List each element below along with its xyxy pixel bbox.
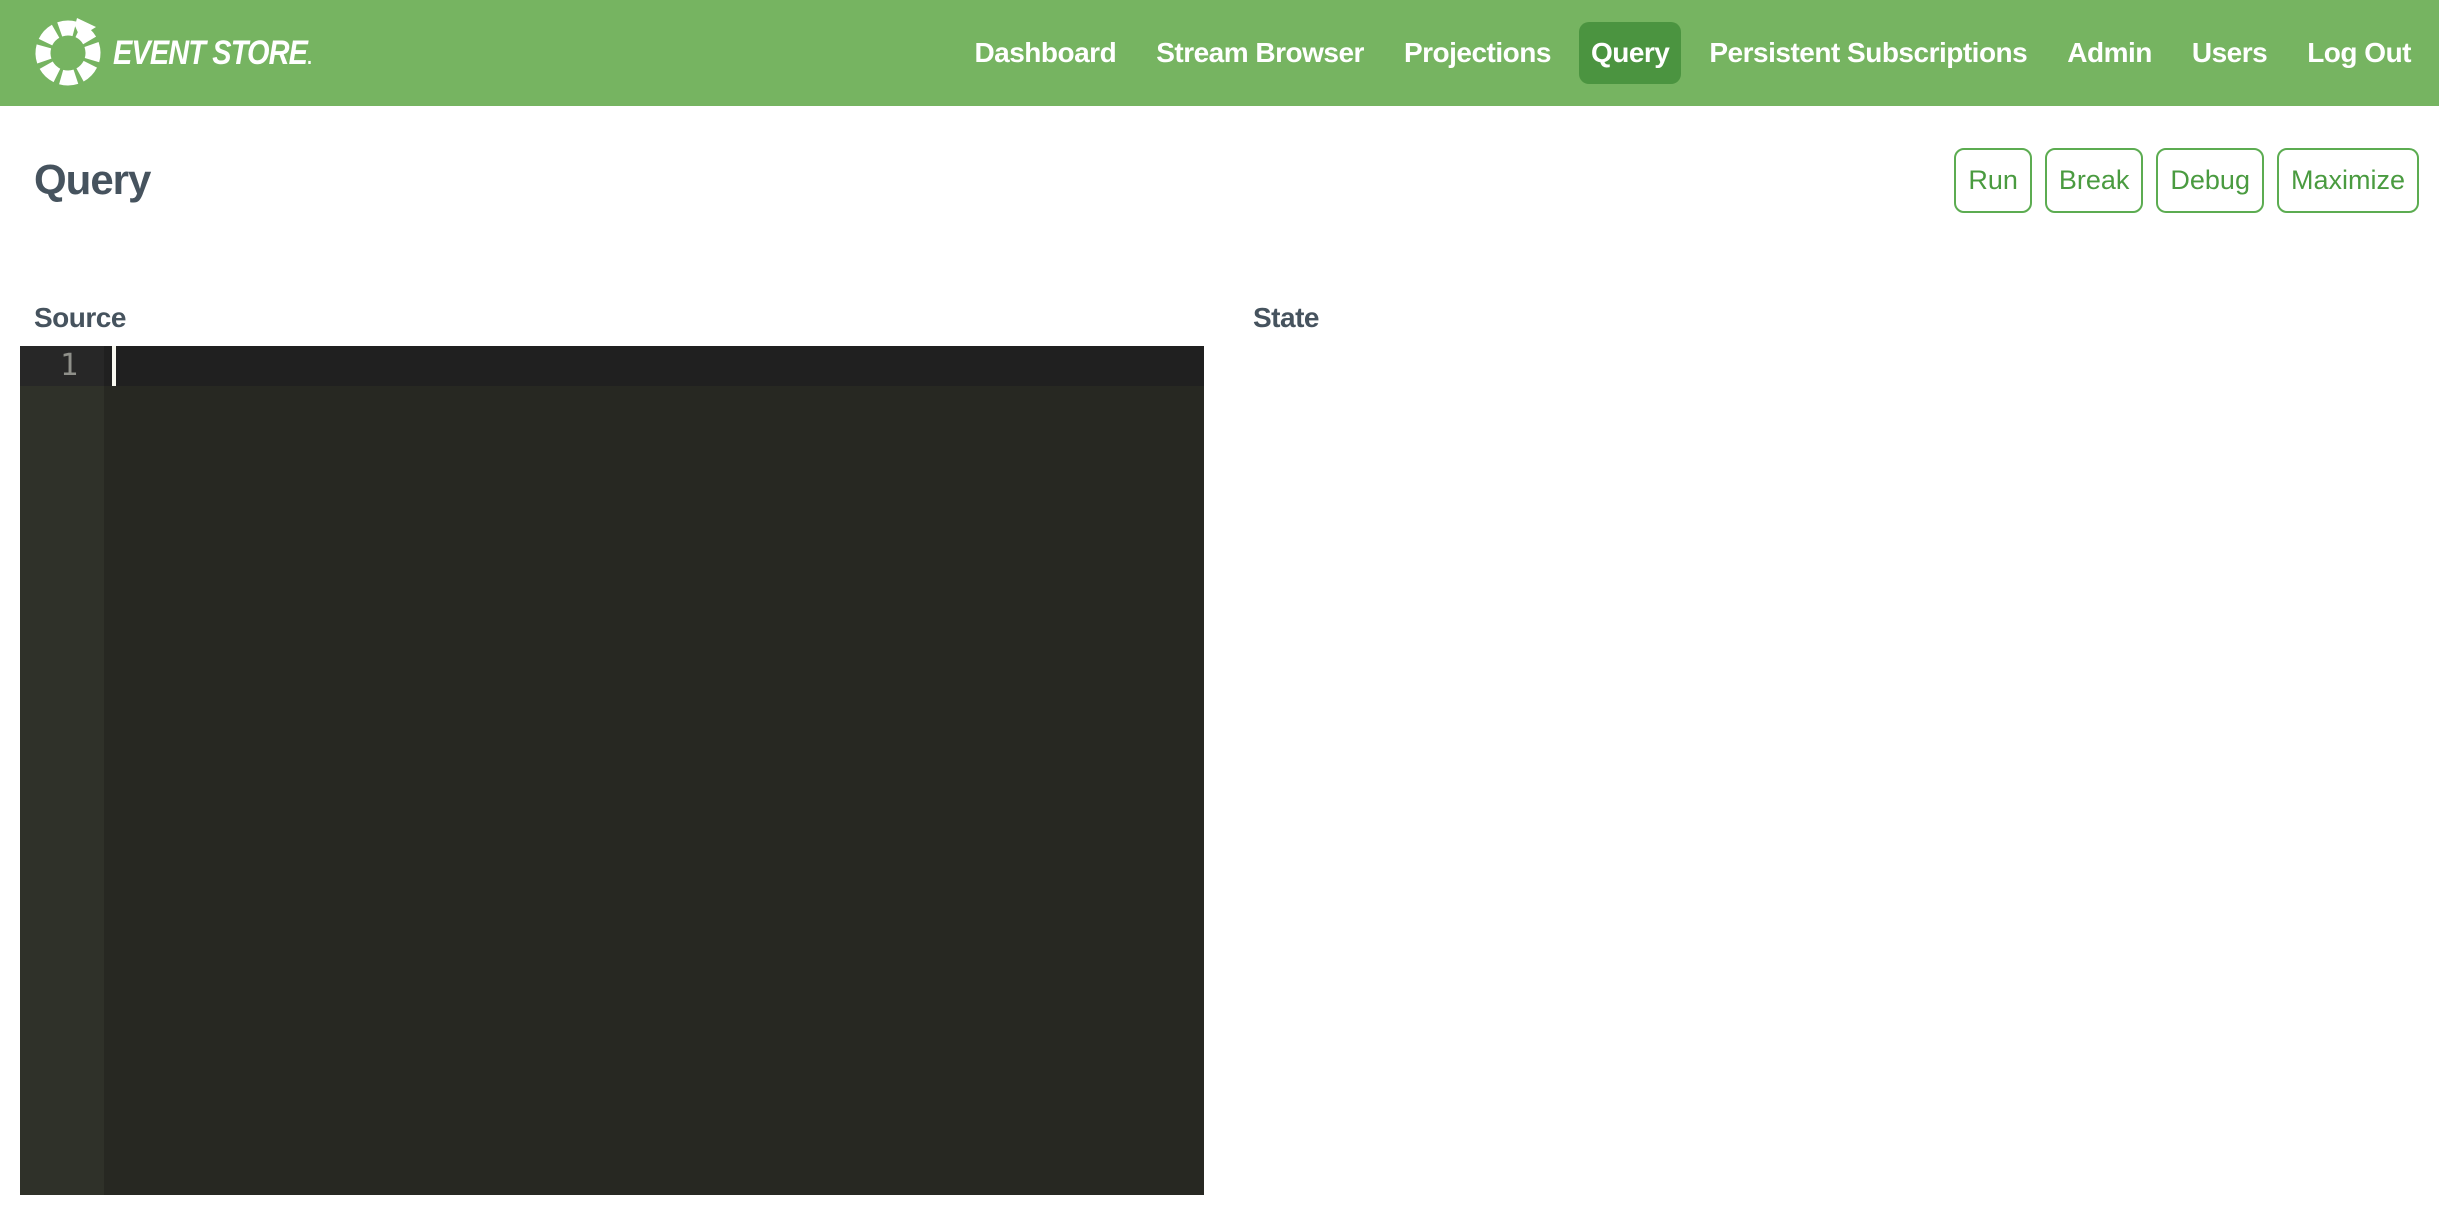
state-panel: State xyxy=(1239,303,2419,1195)
brand-link[interactable]: EVENT STORE. xyxy=(33,18,347,88)
state-content xyxy=(1239,346,2419,1195)
nav-item-admin[interactable]: Admin xyxy=(2055,22,2164,84)
line-number: 1 xyxy=(20,346,104,386)
brand-name: EVENT STORE xyxy=(113,34,307,72)
source-label: Source xyxy=(34,303,1204,333)
brand-wordmark: EVENT STORE. xyxy=(113,34,312,73)
state-label: State xyxy=(1253,303,2419,333)
query-toolbar: Run Break Debug Maximize xyxy=(1954,148,2419,213)
page-header: Query Run Break Debug Maximize xyxy=(20,147,2419,213)
nav-item-stream-browser[interactable]: Stream Browser xyxy=(1144,22,1376,84)
maximize-button[interactable]: Maximize xyxy=(2277,148,2419,213)
editor-cursor xyxy=(112,346,116,386)
editor-gutter: 1 xyxy=(20,346,104,1195)
editor-gutter-active-line: 1 xyxy=(20,346,104,386)
brand-trademark-dot: . xyxy=(307,47,312,69)
panels-row: Source 1 State xyxy=(20,303,2419,1195)
break-button[interactable]: Break xyxy=(2045,148,2144,213)
debug-button[interactable]: Debug xyxy=(2156,148,2264,213)
source-panel: Source 1 xyxy=(20,303,1204,1195)
nav-item-projections[interactable]: Projections xyxy=(1392,22,1563,84)
editor-active-line xyxy=(104,346,1204,386)
page-title: Query xyxy=(34,156,150,204)
source-code-editor[interactable]: 1 xyxy=(20,346,1204,1195)
query-page: Query Run Break Debug Maximize Source 1 … xyxy=(0,147,2439,1195)
nav-item-users[interactable]: Users xyxy=(2180,22,2279,84)
nav-item-log-out[interactable]: Log Out xyxy=(2295,22,2423,84)
top-navbar: EVENT STORE. Dashboard Stream Browser Pr… xyxy=(0,0,2439,106)
event-store-logo-icon xyxy=(33,18,103,88)
nav-item-dashboard[interactable]: Dashboard xyxy=(962,22,1128,84)
run-button[interactable]: Run xyxy=(1954,148,2032,213)
nav-items: Dashboard Stream Browser Projections Que… xyxy=(946,22,2423,84)
nav-item-persistent-subscriptions[interactable]: Persistent Subscriptions xyxy=(1697,22,2039,84)
nav-item-query[interactable]: Query xyxy=(1579,22,1681,84)
